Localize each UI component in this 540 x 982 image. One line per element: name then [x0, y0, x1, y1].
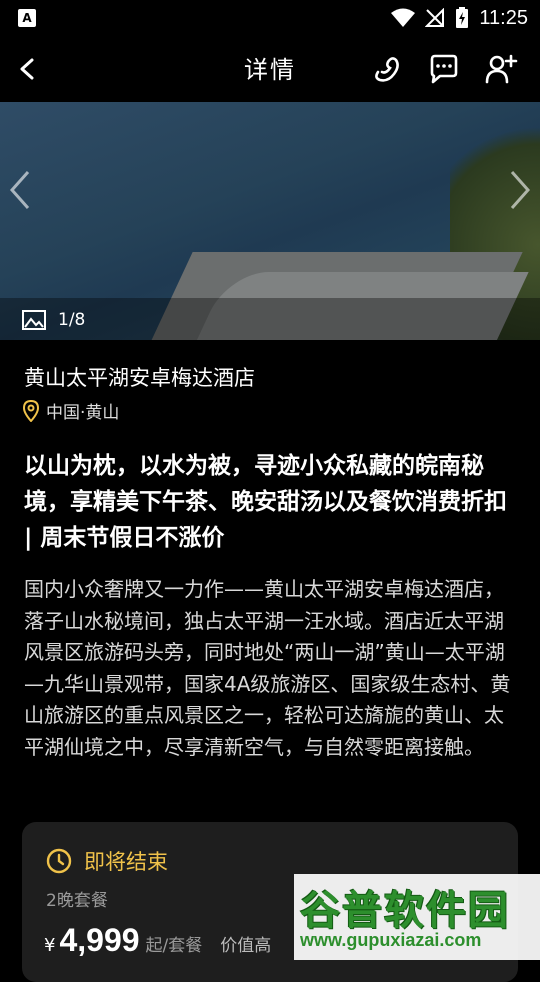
- add-friend-icon[interactable]: [484, 52, 518, 86]
- offer-status: 即将结束: [46, 846, 168, 876]
- image-icon: [22, 310, 46, 330]
- price-note: 价值高: [220, 936, 272, 956]
- gallery-counter-text: 1/8: [58, 310, 86, 330]
- clock-icon: [46, 848, 72, 874]
- price-row: ¥ 4,999 起/套餐 价值高: [44, 922, 271, 959]
- hotel-description: 国内小众奢牌又一力作——黄山太平湖安卓梅达酒店，落子山水秘境间，独占太平湖一汪水…: [24, 577, 511, 759]
- package-name: 2晚套餐: [46, 891, 108, 911]
- offer-status-text: 即将结束: [84, 850, 168, 874]
- location-text: 中国·黄山: [46, 403, 120, 423]
- top-nav-bar: 详情: [0, 36, 540, 102]
- gallery-prev-icon[interactable]: [6, 168, 36, 212]
- price-amount: 4,999: [59, 922, 140, 958]
- currency-symbol: ¥: [44, 935, 56, 956]
- price-unit: 起/套餐: [145, 936, 203, 956]
- wifi-icon: [391, 8, 416, 27]
- no-signal-icon: [425, 8, 445, 27]
- hotel-location[interactable]: 中国·黄山: [22, 398, 119, 423]
- gallery-next-icon[interactable]: [504, 168, 534, 212]
- chat-message-icon[interactable]: [427, 52, 461, 86]
- status-bar: A 11:25: [0, 0, 540, 36]
- location-pin-icon: [22, 399, 40, 422]
- battery-charging-icon: [456, 7, 469, 28]
- watermark-url: www.gupuxiazai.com: [300, 930, 482, 950]
- phone-call-icon[interactable]: [370, 52, 404, 86]
- watermark-title: 谷普软件园: [300, 888, 510, 934]
- offer-headline: 以山为枕，以水为被，寻迹小众私藏的皖南秘境，享精美下午茶、晚安甜汤以及餐饮消费折…: [24, 453, 507, 551]
- watermark: 谷普软件园 www.gupuxiazai.com: [294, 874, 540, 960]
- status-icons: 11:25: [391, 6, 528, 30]
- hotel-photo-gallery[interactable]: 1/8: [0, 102, 540, 340]
- hotel-name: 黄山太平湖安卓梅达酒店: [24, 366, 255, 390]
- gallery-counter: 1/8: [22, 310, 85, 330]
- clock: 11:25: [479, 6, 528, 29]
- notification-a-icon: A: [18, 9, 36, 27]
